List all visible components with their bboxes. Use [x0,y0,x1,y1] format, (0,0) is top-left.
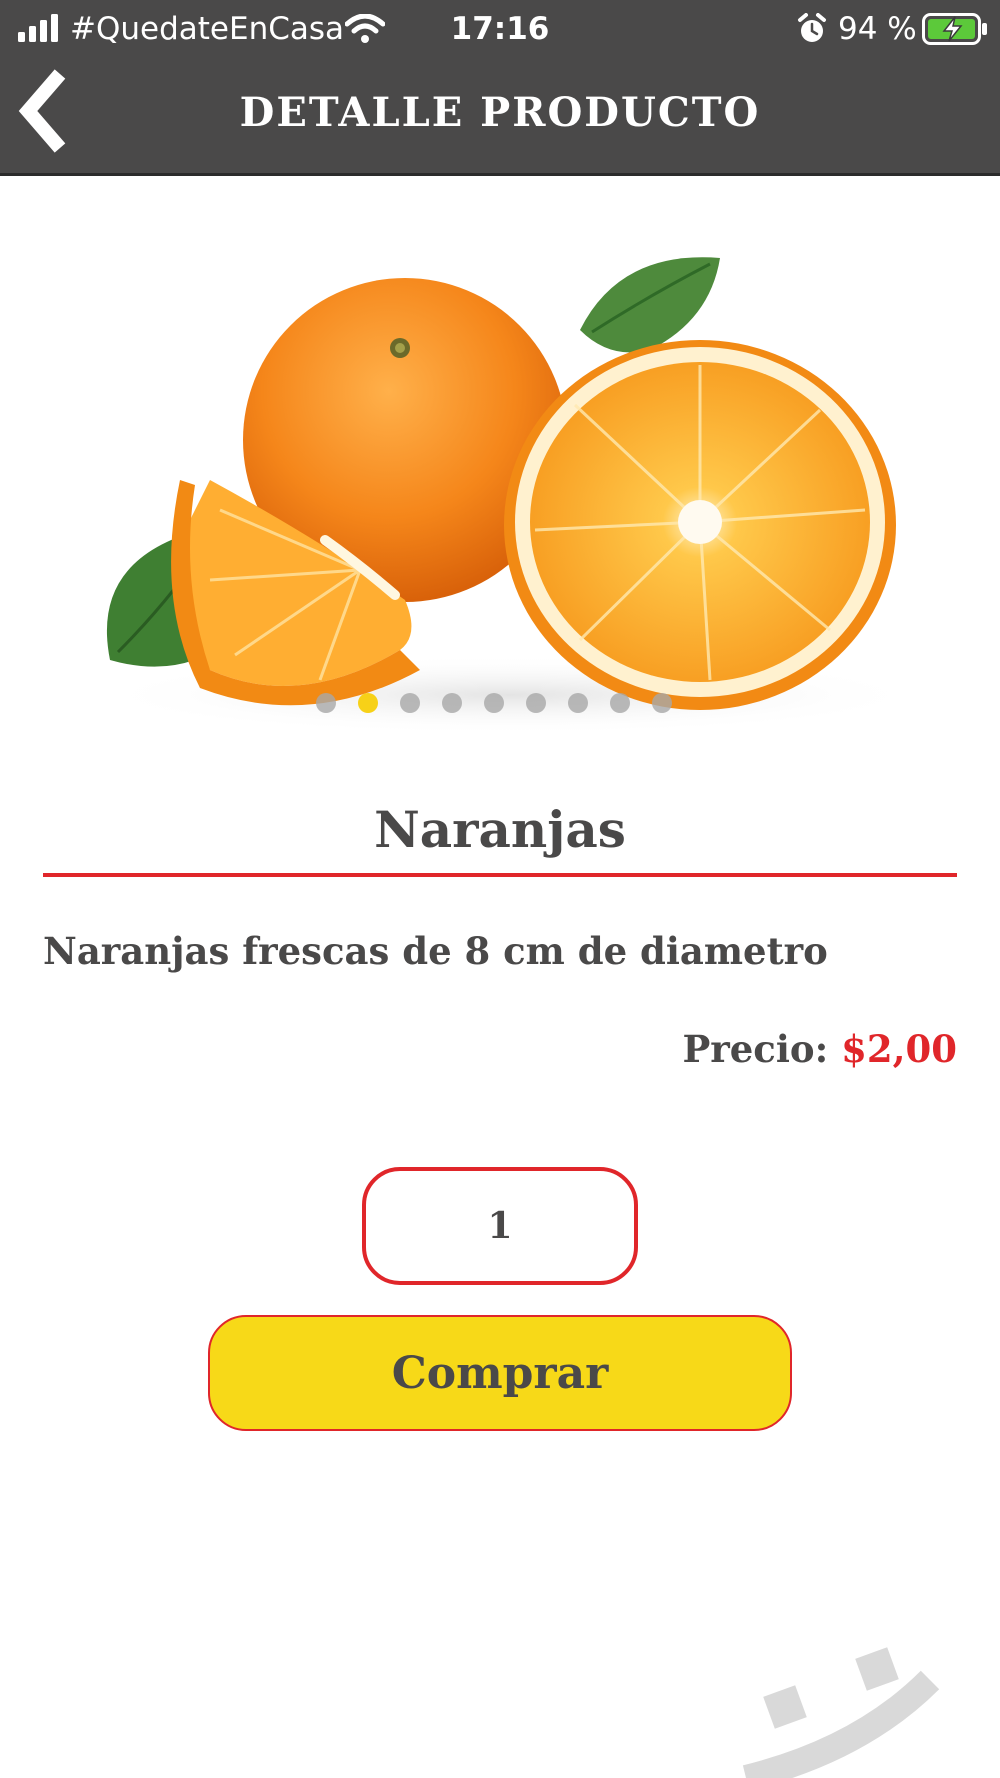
pagination-dot-active[interactable] [358,693,378,713]
price-label: Precio: [682,1027,842,1071]
battery-percent: 94 % [838,11,917,47]
price-row: Precio: $2,00 [43,1020,957,1078]
quantity-input[interactable] [362,1167,638,1285]
pagination-dot[interactable] [484,693,504,713]
buy-button[interactable]: Comprar [208,1315,792,1431]
pagination-dot[interactable] [316,693,336,713]
pagination-dot[interactable] [526,693,546,713]
pagination-dot[interactable] [442,693,462,713]
top-bar: #QuedateEnCasa 17:16 94 % DETALLE PRODUC… [0,0,1000,176]
alarm-icon [798,13,826,42]
pagination-dot[interactable] [610,693,630,713]
product-name: Naranjas [374,800,626,859]
pagination-dot[interactable] [400,693,420,713]
product-description: Naranjas frescas de 8 cm de diametro [43,929,828,973]
pagination-dot[interactable] [652,693,672,713]
price-value: $2,00 [841,1027,957,1071]
battery-charging-icon [922,13,987,45]
status-bar: #QuedateEnCasa 17:16 94 % [0,0,1000,60]
title-divider [43,873,957,877]
page-title: DETALLE PRODUCTO [239,89,761,136]
image-pagination [316,693,672,715]
smiley-watermark-icon [742,1647,940,1778]
pagination-dot[interactable] [568,693,588,713]
product-image [90,257,930,735]
